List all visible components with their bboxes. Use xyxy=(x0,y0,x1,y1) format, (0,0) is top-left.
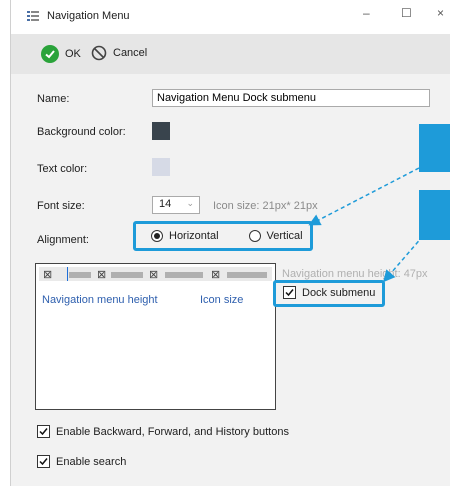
navigation-menu-window: Navigation Menu – ☐ × OK Cancel Name: Ba… xyxy=(10,0,450,486)
callout-arrow xyxy=(308,167,420,226)
callout-arrow xyxy=(383,235,424,283)
callout-arrows xyxy=(308,167,424,283)
